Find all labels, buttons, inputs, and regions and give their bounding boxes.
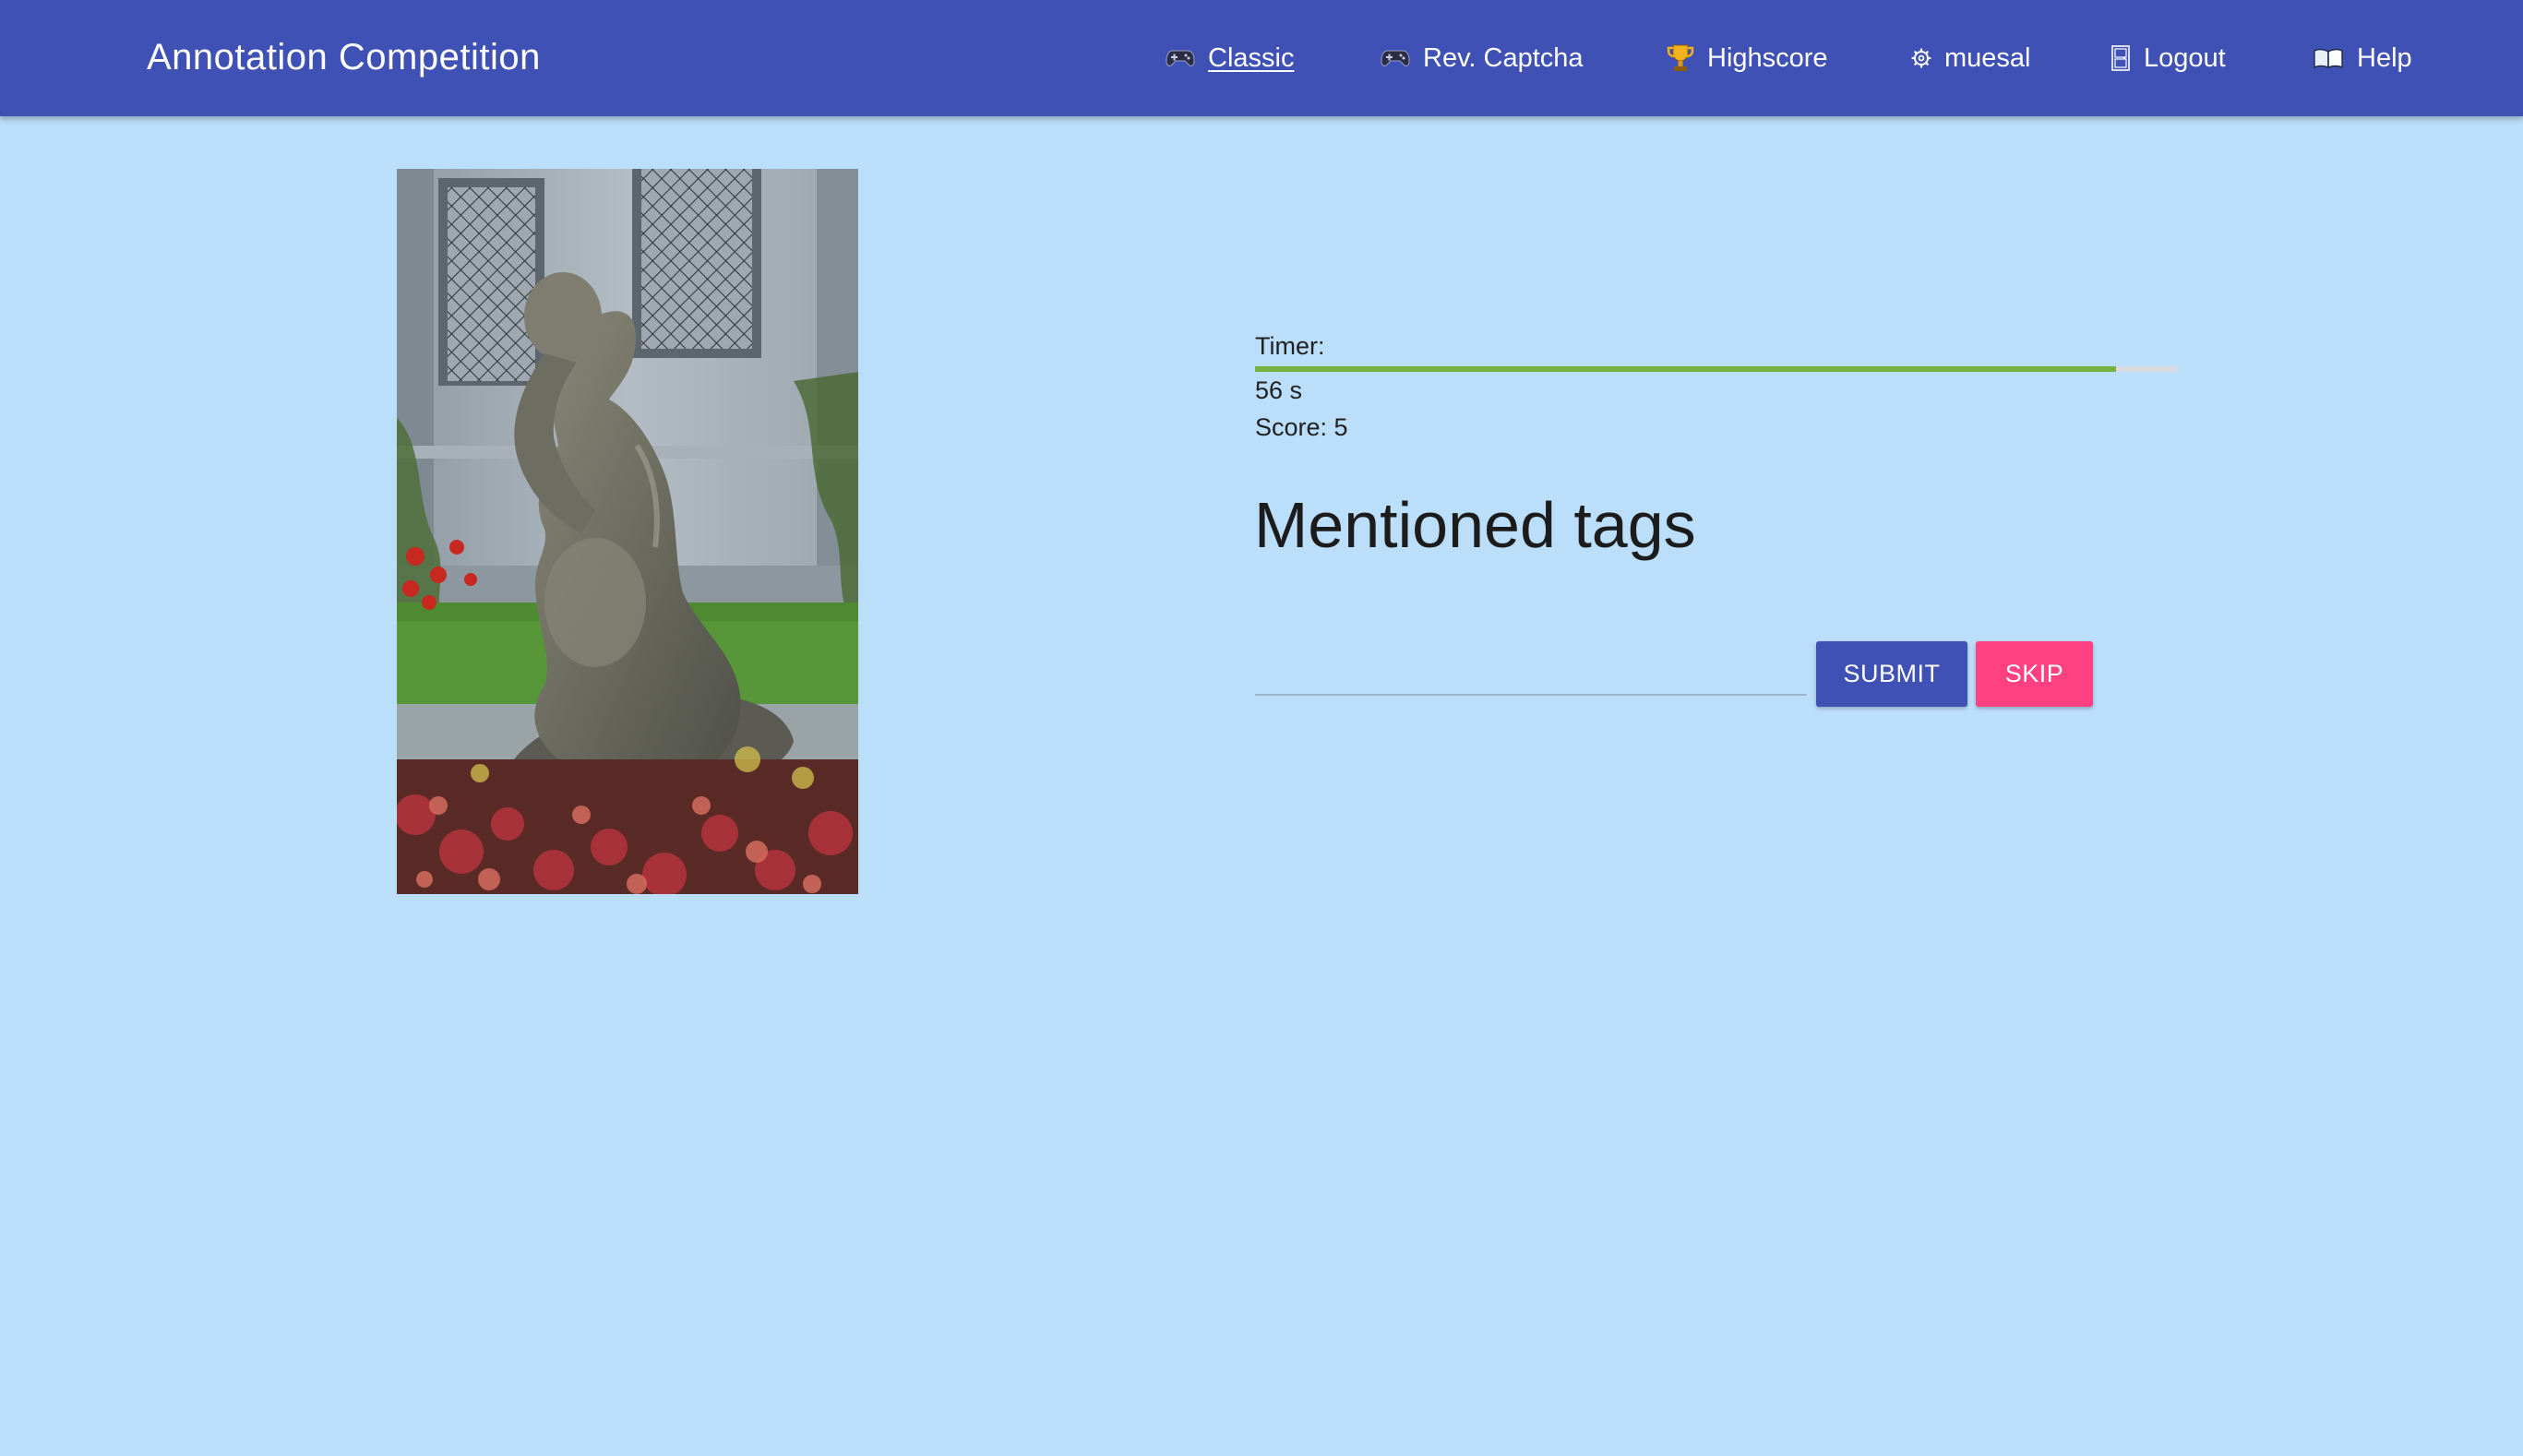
score-value: Score: 5 [1255, 413, 1348, 441]
timer-progress-bar [1255, 366, 2178, 372]
app-title[interactable]: Annotation Competition [147, 0, 541, 116]
nav-user[interactable]: muesal [1911, 0, 2031, 116]
gamepad-icon [1166, 47, 1195, 69]
nav-rev-captcha-label: Rev. Captcha [1423, 42, 1584, 73]
tag-input[interactable] [1255, 646, 1807, 696]
nav-user-label: muesal [1944, 42, 2031, 73]
book-icon [2313, 47, 2344, 69]
timer-value: 56 s [1255, 376, 1303, 404]
timer-label: Timer: [1255, 332, 1325, 360]
skip-button[interactable]: SKIP [1976, 641, 2093, 707]
page-heading: Mentioned tags [1254, 489, 1696, 561]
nav-highscore-label: Highscore [1707, 42, 1828, 73]
gamepad-icon [1381, 47, 1410, 69]
nav-highscore[interactable]: Highscore [1667, 0, 1828, 116]
nav-classic[interactable]: Classic [1166, 0, 1294, 116]
annotation-image [397, 169, 858, 894]
gear-icon [1911, 48, 1931, 68]
submit-button[interactable]: SUBMIT [1816, 641, 1967, 707]
nav-classic-label: Classic [1208, 42, 1295, 73]
nav-logout[interactable]: Logout [2110, 0, 2226, 116]
nav-help-label: Help [2357, 42, 2412, 73]
trophy-icon [1667, 43, 1694, 73]
door-icon [2110, 45, 2131, 71]
app-bar: Annotation Competition Classic Rev. Capt… [0, 0, 2523, 116]
nav-logout-label: Logout [2144, 42, 2226, 73]
nav-rev-captcha[interactable]: Rev. Captcha [1381, 0, 1584, 116]
timer-progress-fill [1255, 366, 2116, 372]
nav-help[interactable]: Help [2313, 0, 2412, 116]
